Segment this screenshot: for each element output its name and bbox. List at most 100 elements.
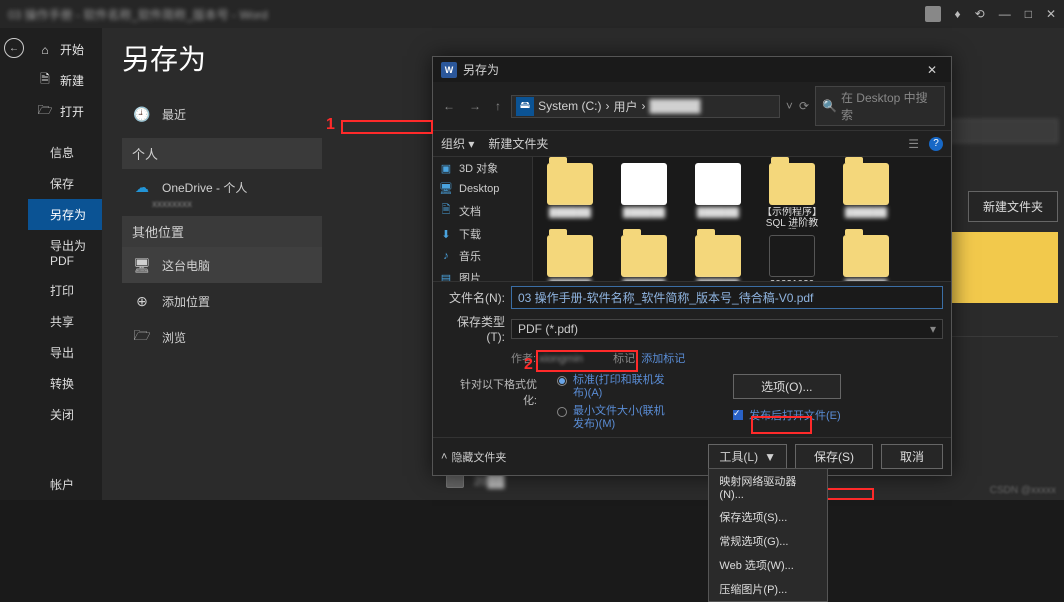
tools-menu: 映射网络驱动器(N)... 保存选项(S)... 常规选项(G)... Web … [708, 468, 828, 602]
filetype-label: 保存类型(T): [441, 313, 505, 344]
hide-folders-toggle[interactable]: ˄隐藏文件夹 [441, 449, 506, 465]
minimize-icon[interactable]: — [999, 7, 1011, 21]
menu-save-options[interactable]: 保存选项(S)... [709, 505, 827, 529]
author-value[interactable]: xiongmin [539, 353, 583, 365]
nav-info[interactable]: 信息 [28, 137, 102, 168]
organize-menu[interactable]: 组织 ▾ [441, 135, 474, 152]
tools-dropdown[interactable]: 工具(L)▼ 映射网络驱动器(N)... 保存选项(S)... 常规选项(G).… [708, 444, 787, 469]
file-item[interactable]: ██████ [835, 235, 897, 281]
dropdown-icon[interactable]: ˅ [786, 99, 793, 113]
file-item[interactable]: 【示例程序】SQL 进阶教程 [761, 163, 823, 229]
nav-save-as[interactable]: 另存为 [28, 199, 102, 230]
nav-transform[interactable]: 转换 [28, 368, 102, 399]
file-item[interactable]: ██████ [613, 235, 675, 281]
filename-field[interactable]: 03 操作手册-软件名称_软件简称_版本号_待合稿-V0.pdf [511, 286, 943, 309]
tree-downloads[interactable]: ⬇下载 [433, 223, 532, 245]
nav-open[interactable]: 🗁打开 [28, 96, 102, 127]
cancel-button[interactable]: 取消 [881, 444, 943, 469]
file-item[interactable]: ██████ [835, 163, 897, 229]
image-icon: ▤ [439, 272, 453, 282]
onedrive-account: xxxxxxxx [152, 199, 322, 210]
file-item[interactable]: 20221020 [761, 235, 823, 281]
menu-general-options[interactable]: 常规选项(G)... [709, 529, 827, 553]
nav-new[interactable]: 🗎新建 [28, 65, 102, 96]
tree-desktop[interactable]: 🖥Desktop [433, 179, 532, 198]
nav-home[interactable]: ⌂开始 [28, 34, 102, 65]
watermark: CSDN @xxxxx [990, 485, 1056, 496]
nav-back-icon[interactable]: ← [439, 99, 459, 113]
new-folder-button[interactable]: 新建文件夹 [968, 191, 1058, 222]
radio-minimum[interactable]: 最小文件大小(联机发布)(M) [557, 405, 673, 431]
refresh-icon[interactable]: ⟳ [799, 99, 809, 113]
place-this-pc[interactable]: 🖥这台电脑 [122, 247, 322, 283]
trial-icon[interactable]: ⟲ [975, 7, 985, 21]
options-button[interactable]: 选项(O)... [733, 374, 841, 399]
annotation-2: 2 [524, 356, 533, 374]
tree-3d[interactable]: ▣3D 对象 [433, 157, 532, 179]
place-browse[interactable]: 🗁浏览 [122, 319, 322, 355]
dialog-titlebar: W另存为 ✕ [433, 57, 951, 82]
new-folder-button[interactable]: 新建文件夹 [488, 135, 548, 152]
close-icon[interactable]: ✕ [1046, 7, 1056, 21]
menu-web-options[interactable]: Web 选项(W)... [709, 553, 827, 577]
file-item[interactable]: ██████ [687, 235, 749, 281]
dialog-navbar: ← → ↑ 🖴 System (C:)› 用户› ██████ ˅ ⟳ 🔍在 D… [433, 82, 951, 131]
tree-pics[interactable]: ▤图片 [433, 267, 532, 281]
nav-close[interactable]: 关闭 [28, 399, 102, 430]
drive-chip[interactable]: 🖴 [516, 97, 534, 116]
radio-standard[interactable]: 标准(打印和联机发布)(A) [557, 374, 673, 400]
address-bar[interactable]: 🖴 System (C:)› 用户› ██████ [511, 95, 780, 118]
nav-export[interactable]: 导出 [28, 337, 102, 368]
nav-share[interactable]: 共享 [28, 306, 102, 337]
file-item[interactable]: ██████ [613, 163, 675, 229]
file-grid: ██████ ██████ ██████ 【示例程序】SQL 进阶教程 ████… [533, 157, 951, 281]
places-list: 🕘最近 个人 ☁OneDrive - 个人 xxxxxxxx 其他位置 🖥这台电… [122, 96, 322, 355]
recent-icon: 🕘 [132, 104, 152, 124]
dialog-close-icon[interactable]: ✕ [921, 63, 943, 77]
folder-tree: ▣3D 对象 🖥Desktop 🗎文档 ⬇下载 ♪音乐 ▤图片 ▶视频 🖴Sys… [433, 157, 533, 281]
nav-save[interactable]: 保存 [28, 168, 102, 199]
radio-icon [557, 376, 567, 386]
place-add[interactable]: ⊕添加位置 [122, 283, 322, 319]
help-icon[interactable]: ? [929, 137, 943, 151]
music-icon: ♪ [439, 250, 453, 262]
tree-music[interactable]: ♪音乐 [433, 245, 532, 267]
file-item[interactable]: ██████ [539, 235, 601, 281]
file-item[interactable]: ██████ [687, 163, 749, 229]
save-dialog: W另存为 ✕ ← → ↑ 🖴 System (C:)› 用户› ██████ ˅… [432, 56, 952, 476]
place-recent[interactable]: 🕘最近 [122, 96, 322, 132]
file-item[interactable]: ██████ [539, 163, 601, 229]
search-input[interactable]: 🔍在 Desktop 中搜索 [815, 86, 945, 126]
back-button[interactable]: ← [4, 38, 24, 58]
nav-print[interactable]: 打印 [28, 275, 102, 306]
optimize-label: 针对以下格式优化: [451, 374, 537, 431]
filetype-combo[interactable]: PDF (*.pdf) [511, 319, 943, 339]
doc-icon: 🗎 [439, 201, 453, 220]
backstage-nav: ⌂开始 🗎新建 🗁打开 信息 保存 另存为 导出为PDF 打印 共享 导出 转换… [28, 28, 102, 500]
onedrive-icon: ☁ [132, 177, 152, 197]
search-icon: 🔍 [822, 99, 837, 113]
filename-label: 文件名(N): [441, 289, 505, 306]
title-bar: 03 操作手册 - 软件名称_软件简称_版本号 - Word ♦ ⟲ — □ ✕ [0, 0, 1064, 28]
new-icon: 🗎 [38, 74, 52, 88]
tree-docs[interactable]: 🗎文档 [433, 198, 532, 223]
view-icon[interactable]: ☰ [908, 137, 919, 151]
nav-up-icon[interactable]: ↑ [491, 99, 505, 113]
nav-export-pdf[interactable]: 导出为PDF [28, 230, 102, 275]
save-button[interactable]: 保存(S) [795, 444, 873, 469]
nav-account[interactable]: 帐户 [28, 469, 102, 500]
maximize-icon[interactable]: □ [1025, 7, 1032, 21]
menu-compress-pics[interactable]: 压缩图片(P)... [709, 577, 827, 601]
avatar-icon[interactable] [925, 6, 941, 22]
browse-icon: 🗁 [132, 327, 152, 347]
cube-icon: ▣ [439, 162, 453, 175]
tag-value[interactable]: 添加标记 [641, 353, 685, 365]
pc-icon: 🖥 [132, 255, 152, 275]
home-icon: ⌂ [38, 43, 52, 57]
nav-fwd-icon[interactable]: → [465, 99, 485, 113]
doc-title: 03 操作手册 - 软件名称_软件简称_版本号 - Word [8, 6, 268, 23]
annotation-1: 1 [326, 116, 335, 134]
open-icon: 🗁 [38, 105, 52, 119]
premium-icon[interactable]: ♦ [955, 7, 961, 21]
open-after-check[interactable]: 发布后打开文件(E) [733, 407, 841, 423]
